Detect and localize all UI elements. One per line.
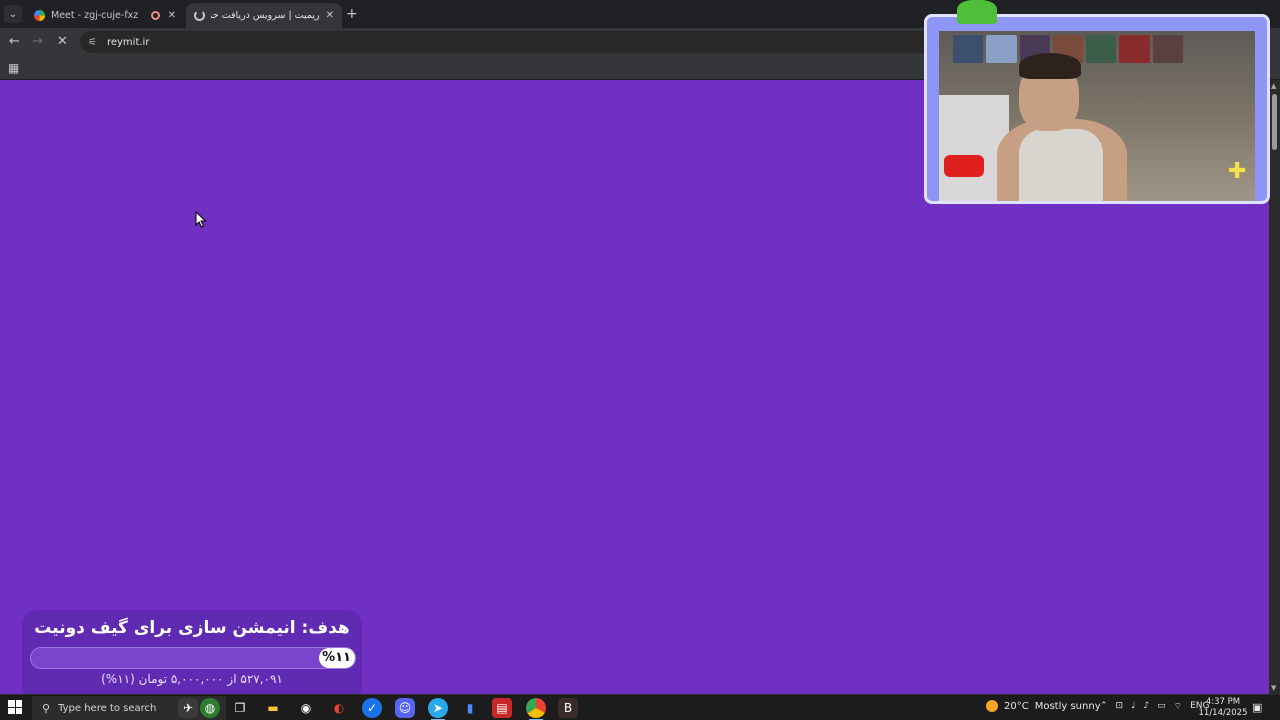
notifications-icon[interactable]: ▣	[1252, 701, 1262, 714]
forward-arrow-icon[interactable]: →	[32, 34, 43, 49]
file-explorer-icon[interactable]: ▬	[263, 698, 283, 718]
tray-chevron-icon[interactable]: ⌃	[1100, 701, 1108, 712]
loading-spinner-icon	[194, 10, 205, 21]
goal-amount-text: ۵۲۷,۰۹۱ از ۵,۰۰۰,۰۰۰ تومان (۱۱%)	[101, 672, 283, 686]
pixel-car-icon	[944, 155, 984, 177]
pixel-plus-icon: ✚	[1228, 159, 1247, 184]
goal-progress-bar: %۱۱	[30, 647, 356, 669]
chrome-icon[interactable]	[526, 698, 546, 720]
weather-widget[interactable]: 20°C Mostly sunny	[986, 700, 1101, 712]
pixel-frog-icon	[957, 0, 997, 24]
new-tab-button[interactable]: +	[346, 6, 358, 22]
windows-start-icon[interactable]	[8, 700, 22, 714]
telegram-icon[interactable]: ➤	[428, 698, 448, 720]
address-text: reymit.ir	[106, 36, 150, 48]
tab-meet[interactable]: Meet - zgj-cuje-fxz ✕	[26, 3, 184, 28]
back-arrow-icon[interactable]: ←	[9, 34, 20, 49]
site-info-icon[interactable]: ⚟	[88, 37, 97, 48]
weather-temp: 20°C	[1004, 700, 1029, 712]
display-icon[interactable]: ▭	[1157, 701, 1166, 712]
search-highlight-icon[interactable]: ✈	[178, 698, 198, 718]
microphone-icon[interactable]: ♩	[1131, 701, 1135, 712]
tab-title: ریمیت | سرویس دریافت حمایت ..	[211, 10, 320, 21]
system-tray: ⌃ ⊡ ♩ ♪ ▭ ⌔ ENG	[1100, 701, 1209, 712]
obs-icon[interactable]: ◉	[296, 698, 316, 718]
goal-percent-label: %۱۱	[322, 650, 351, 665]
sun-icon	[986, 700, 998, 712]
wifi-icon[interactable]: ⌔	[1174, 701, 1182, 712]
app-b-icon[interactable]: B	[558, 698, 578, 718]
webcam-feed	[939, 31, 1255, 201]
tab-reymit[interactable]: ریمیت | سرویس دریافت حمایت .. ✕	[186, 3, 342, 28]
scroll-down-arrow-icon[interactable]: ▼	[1271, 684, 1276, 692]
scroll-thumb[interactable]	[1272, 94, 1277, 150]
stop-loading-icon[interactable]: ✕	[57, 34, 68, 49]
weather-condition: Mostly sunny	[1034, 700, 1101, 712]
close-tab-icon[interactable]: ✕	[168, 10, 176, 21]
google-meet-icon	[34, 10, 45, 21]
clock-time: 4:37 PM	[1205, 697, 1241, 707]
vpn-icon[interactable]: ✓	[362, 698, 382, 718]
tab-search-chevron-icon[interactable]: ⌄	[4, 5, 22, 23]
clock-date: 11/14/2025	[1198, 708, 1248, 718]
stream-app-icon[interactable]: ▤	[492, 698, 512, 718]
apps-grid-icon[interactable]: ▦	[8, 61, 19, 75]
network-icon[interactable]: ⊡	[1116, 701, 1124, 712]
page-scrollbar[interactable]: ▲ ▼	[1269, 80, 1280, 694]
search-icon: ⚲	[42, 701, 51, 715]
taskbar-clock[interactable]: 4:37 PM 11/14/2025	[1198, 697, 1248, 719]
scroll-up-arrow-icon[interactable]: ▲	[1271, 82, 1276, 90]
tab-title: Meet - zgj-cuje-fxz	[51, 10, 139, 21]
windows-taskbar: ⚲ Type here to search ✈ ◍ ❐ ▬ ◉ ◐ ✓ ☺ ➤ …	[0, 694, 1280, 720]
chrome-alt-icon[interactable]: ◐	[329, 698, 349, 718]
donation-goal-widget: هدف: انیمشن سازی برای گیف دونیت %۱۱ ۵۲۷,…	[22, 610, 362, 694]
volume-icon[interactable]: ♪	[1143, 701, 1149, 712]
streamer-tank-top	[1019, 129, 1103, 201]
discord-icon[interactable]: ☺	[395, 698, 415, 718]
close-tab-icon[interactable]: ✕	[326, 10, 334, 21]
recording-indicator-icon	[150, 11, 160, 20]
streamer-hair	[1019, 53, 1081, 79]
chart-app-icon[interactable]: ▮	[460, 698, 480, 718]
mouse-cursor-icon	[195, 211, 207, 228]
search-placeholder: Type here to search	[58, 702, 157, 714]
goal-title: هدف: انیمشن سازی برای گیف دونیت	[34, 618, 350, 638]
globe-icon[interactable]: ◍	[200, 698, 220, 718]
task-view-icon[interactable]: ❐	[230, 698, 250, 718]
